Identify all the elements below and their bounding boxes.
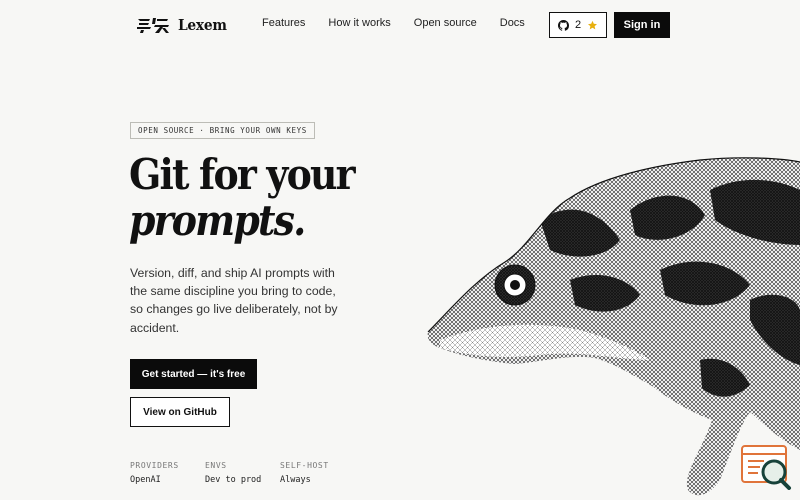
github-star-count: 2 [574, 19, 582, 31]
hero-badge: OPEN SOURCE · BRING YOUR OWN KEYS [130, 122, 315, 139]
nav-link-open-source[interactable]: Open source [414, 17, 477, 29]
github-stars-button[interactable]: 2 [549, 12, 607, 38]
nav-link-docs[interactable]: Docs [500, 17, 525, 29]
headline-line-1: Git for your [129, 150, 356, 199]
main-nav: Features How it works Open source Docs [262, 17, 525, 29]
stat-label: ENVS [205, 461, 227, 470]
stat-value: OpenAI [130, 475, 161, 485]
stat-envs: ENVS Dev to prod [205, 461, 280, 485]
stat-label: SELF-HOST [280, 461, 329, 470]
sign-in-button[interactable]: Sign in [614, 12, 670, 38]
star-icon [588, 20, 598, 29]
get-started-button[interactable]: Get started — it's free [130, 359, 257, 389]
hero-stats: PROVIDERS OpenAI ENVS Dev to prod SELF-H… [130, 461, 355, 485]
stat-value: Always [280, 475, 311, 485]
stat-self-host: SELF-HOST Always [280, 461, 355, 485]
headline-line-2: prompts. [129, 196, 306, 245]
stat-providers: PROVIDERS OpenAI [130, 461, 205, 485]
hero-subtext: Version, diff, and ship AI prompts with … [130, 266, 338, 335]
top-nav: Lexem Features How it works Open source … [0, 0, 800, 50]
stat-label: PROVIDERS [130, 461, 179, 470]
github-icon [557, 19, 569, 31]
nav-link-features[interactable]: Features [262, 17, 305, 29]
nav-link-how-it-works[interactable]: How it works [328, 17, 390, 29]
lexem-glyph-logo [137, 18, 169, 33]
stat-value: Dev to prod [205, 475, 262, 485]
brand-name: Lexem [178, 16, 227, 34]
hero-headline: Git for your prompts. [129, 150, 356, 245]
view-on-github-button[interactable]: View on GitHub [130, 397, 230, 427]
search-widget-icon[interactable] [740, 444, 792, 490]
brand-home-link[interactable]: Lexem [136, 14, 231, 36]
